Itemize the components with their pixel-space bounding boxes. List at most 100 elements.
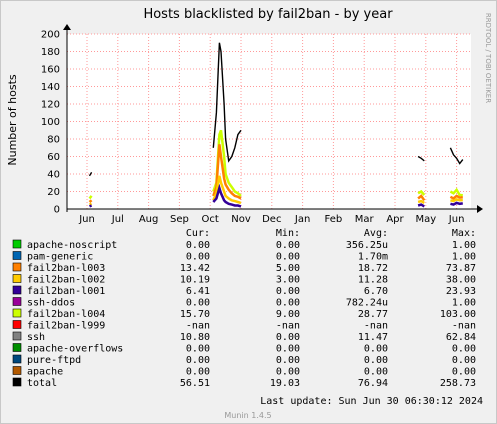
x-tick-label: Feb (325, 214, 343, 225)
legend-swatch-fail2ban-l999 (12, 320, 22, 329)
legend-swatch-ssh-ddos (12, 297, 22, 306)
legend-avg-apache-overflows: 0.00 (364, 344, 388, 355)
legend-max-total: 258.73 (440, 378, 476, 389)
series-fail2ban-l003-segment-0 (88, 199, 93, 203)
legend-min-apache: 0.00 (276, 367, 300, 378)
legend-swatch-pam-generic (12, 251, 22, 260)
legend-label-fail2ban-l003: fail2ban-l003 (27, 263, 105, 274)
legend-max-apache-noscript: 1.00 (452, 240, 476, 251)
legend-min-fail2ban-l999: -nan (276, 321, 300, 332)
legend-header-max: Max: (452, 228, 476, 239)
y-axis-label: Number of hosts (6, 74, 19, 166)
legend-avg-ssh-ddos: 782.24u (346, 298, 388, 309)
legend-swatch-pure-ftpd (12, 354, 22, 364)
legend-swatch-ssh (12, 331, 22, 341)
munin-graph: Hosts blacklisted by fail2ban - by year … (0, 0, 497, 424)
legend-min-pure-ftpd: 0.00 (276, 355, 300, 366)
y-tick-label: 0 (54, 205, 60, 216)
legend-max-fail2ban-l002: 38.00 (446, 275, 476, 286)
legend-swatch-apache-overflows (12, 343, 22, 352)
legend-avg-pure-ftpd: 0.00 (364, 355, 388, 366)
legend-swatch-apache (12, 366, 22, 375)
legend-header-avg: Avg: (364, 228, 388, 239)
y-tick-label: 120 (41, 100, 60, 111)
legend-min-fail2ban-l003: 5.00 (276, 263, 300, 274)
series-fail2ban-l004-segment-0 (88, 195, 93, 200)
legend-avg-fail2ban-l002: 11.28 (358, 275, 388, 286)
legend-min-fail2ban-l002: 3.00 (276, 275, 300, 286)
legend-label-pam-generic: pam-generic (27, 252, 93, 263)
series-fail2ban-l002-segment-0 (89, 202, 93, 206)
legend-swatch-fail2ban-l003 (12, 262, 22, 272)
legend-swatch-total (12, 377, 22, 387)
legend-max-ssh-ddos: 1.00 (452, 298, 476, 309)
legend-cur-fail2ban-l004: 15.70 (180, 309, 210, 320)
legend-cur-ssh-ddos: 0.00 (186, 298, 210, 309)
legend-min-apache-noscript: 0.00 (276, 240, 300, 251)
chart-title: Hosts blacklisted by fail2ban - by year (143, 7, 393, 22)
x-tick-label: Nov (231, 214, 251, 225)
legend-cur-apache-noscript: 0.00 (186, 240, 210, 251)
legend-avg-ssh: 11.47 (358, 332, 388, 343)
legend-max-apache: 0.00 (452, 367, 476, 378)
y-tick-label: 20 (47, 187, 60, 198)
y-tick-label: 80 (47, 135, 60, 146)
last-update: Last update: Sun Jun 30 06:30:12 2024 (260, 396, 483, 407)
x-tick-label: Jan (294, 214, 310, 225)
legend-cur-fail2ban-l003: 13.42 (180, 263, 210, 274)
x-tick-label: Mar (355, 214, 375, 225)
legend-label-ssh-ddos: ssh-ddos (27, 298, 75, 309)
legend-max-pam-generic: 1.00 (452, 252, 476, 263)
legend-avg-fail2ban-l003: 18.72 (358, 263, 388, 274)
legend-min-apache-overflows: 0.00 (276, 344, 300, 355)
legend-label-ssh: ssh (27, 332, 45, 343)
y-tick-label: 60 (47, 152, 60, 163)
legend-label-fail2ban-l001: fail2ban-l001 (27, 286, 105, 297)
legend-cur-fail2ban-l002: 10.19 (180, 275, 210, 286)
legend-min-pam-generic: 0.00 (276, 252, 300, 263)
legend-max-fail2ban-l003: 73.87 (446, 263, 476, 274)
legend-label-fail2ban-l002: fail2ban-l002 (27, 275, 105, 286)
legend-swatch-fail2ban-l004 (12, 308, 22, 318)
x-tick-label: Sep (170, 214, 189, 225)
legend-min-fail2ban-l001: 0.00 (276, 286, 300, 297)
munin-version: Munin 1.4.5 (224, 411, 271, 420)
legend-label-fail2ban-l004: fail2ban-l004 (27, 309, 105, 320)
legend-max-fail2ban-l001: 23.93 (446, 286, 476, 297)
legend-max-ssh: 62.84 (446, 332, 476, 343)
legend-max-pure-ftpd: 0.00 (452, 355, 476, 366)
legend-label-apache-overflows: apache-overflows (27, 344, 123, 355)
x-tick-label: Jul (111, 214, 124, 225)
x-tick-label: May (415, 214, 436, 225)
legend-cur-pure-ftpd: 0.00 (186, 355, 210, 366)
legend-label-pure-ftpd: pure-ftpd (27, 355, 81, 366)
y-tick-label: 40 (47, 170, 60, 181)
legend-swatch-fail2ban-l001 (12, 285, 22, 295)
legend-avg-apache-noscript: 356.25u (346, 240, 388, 251)
x-tick-label: Jun (448, 214, 465, 225)
x-tick-label: Dec (262, 214, 281, 225)
legend-cur-fail2ban-l999: -nan (186, 321, 210, 332)
legend-max-fail2ban-l999: -nan (452, 321, 476, 332)
legend-cur-apache: 0.00 (186, 367, 210, 378)
legend-label-apache-noscript: apache-noscript (27, 240, 117, 251)
legend-min-total: 19.03 (270, 378, 300, 389)
y-tick-label: 160 (41, 65, 60, 76)
legend-avg-apache: 0.00 (364, 367, 388, 378)
legend-min-ssh: 0.00 (276, 332, 300, 343)
y-tick-label: 180 (41, 47, 60, 58)
legend-min-ssh-ddos: 0.00 (276, 298, 300, 309)
legend-label-fail2ban-l999: fail2ban-l999 (27, 321, 105, 332)
y-tick-label: 200 (41, 30, 60, 41)
chart-svg: Hosts blacklisted by fail2ban - by year … (0, 0, 497, 424)
legend-header-min: Min: (276, 228, 300, 239)
legend-label-total: total (27, 378, 57, 389)
legend-avg-fail2ban-l004: 28.77 (358, 309, 388, 320)
legend-cur-pam-generic: 0.00 (186, 252, 210, 263)
legend-avg-pam-generic: 1.70m (358, 252, 388, 263)
legend-cur-fail2ban-l001: 6.41 (186, 286, 210, 297)
legend-max-fail2ban-l004: 103.00 (440, 309, 476, 320)
x-tick-label: Aug (139, 214, 159, 225)
side-watermark: RRDTOOL / TOBI OETIKER (484, 13, 492, 103)
legend-avg-fail2ban-l001: 6.70 (364, 286, 388, 297)
